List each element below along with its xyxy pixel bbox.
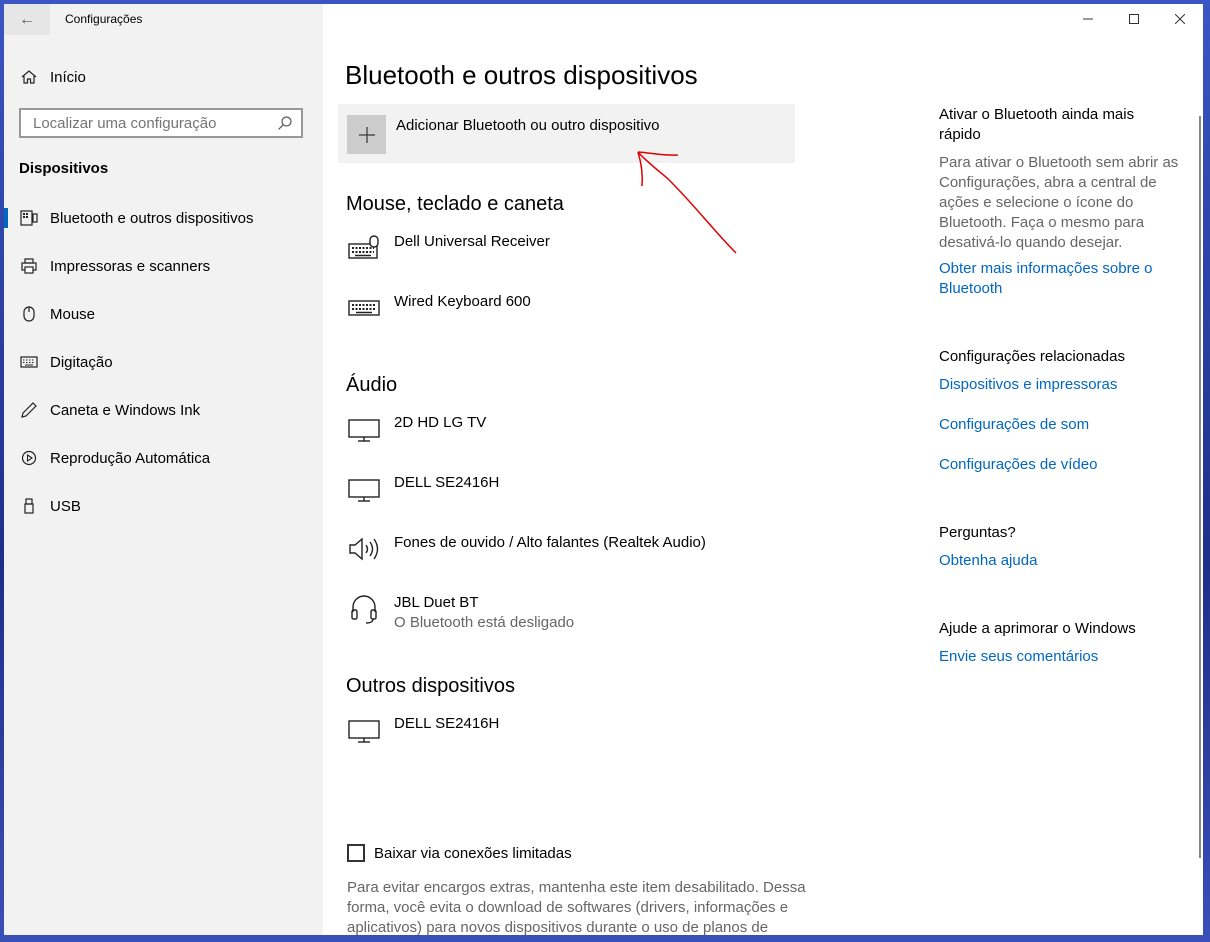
device-item[interactable]: Dell Universal Receiver: [346, 230, 550, 266]
monitor-icon: [346, 712, 382, 748]
device-item[interactable]: Wired Keyboard 600: [346, 290, 531, 326]
minimize-icon: [1083, 11, 1093, 28]
sidebar-item-usb[interactable]: USB: [4, 482, 323, 530]
device-name: DELL SE2416H: [394, 474, 500, 491]
quick-tip-text: Para ativar o Bluetooth sem abrir as Con…: [939, 154, 1179, 251]
related-settings-title: Configurações relacionadas: [939, 348, 1125, 365]
headset-icon: [346, 591, 382, 627]
monitor-icon: [346, 471, 382, 507]
device-item[interactable]: 2D HD LG TV: [346, 411, 486, 447]
minimize-button[interactable]: [1065, 4, 1111, 35]
maximize-icon: [1129, 11, 1139, 28]
sidebar-item-label: Mouse: [50, 305, 96, 323]
sidebar-item-mouse[interactable]: Mouse: [4, 290, 323, 338]
metered-connection-checkbox[interactable]: [347, 844, 365, 862]
group-title-audio: Áudio: [346, 374, 398, 396]
sidebar-item-pen[interactable]: Caneta e Windows Ink: [4, 386, 323, 434]
autoplay-icon: [18, 450, 40, 466]
device-name: Wired Keyboard 600: [394, 293, 531, 310]
metered-connection-label: Baixar via conexões limitadas: [374, 844, 572, 862]
sidebar-item-label: Caneta e Windows Ink: [50, 401, 201, 419]
device-name: JBL Duet BT: [394, 594, 479, 611]
sidebar-item-autoplay[interactable]: Reprodução Automática: [4, 434, 323, 482]
home-icon: [18, 69, 40, 85]
device-status: O Bluetooth está desligado: [394, 614, 575, 631]
pen-icon: [18, 402, 40, 418]
keyboard-icon: [346, 290, 382, 326]
group-title-other: Outros dispositivos: [346, 675, 515, 697]
mouse-icon: [18, 306, 40, 322]
related-link-sound[interactable]: Configurações de som: [939, 415, 1089, 435]
get-help-link[interactable]: Obtenha ajuda: [939, 551, 1037, 571]
device-item[interactable]: DELL SE2416H: [346, 471, 499, 507]
add-device-label: Adicionar Bluetooth ou outro dispositivo: [396, 117, 660, 134]
speaker-icon: [346, 531, 382, 567]
usb-icon: [18, 498, 40, 514]
app-title: Configurações: [65, 12, 143, 26]
sidebar-item-typing[interactable]: Digitação: [4, 338, 323, 386]
sidebar-item-label: Digitação: [50, 353, 113, 371]
device-name: DELL SE2416H: [394, 715, 500, 732]
monitor-icon: [346, 411, 382, 447]
related-link-devices-printers[interactable]: Dispositivos e impressoras: [939, 375, 1117, 395]
sidebar-item-label: USB: [50, 497, 81, 515]
keyboard-icon: [18, 356, 40, 368]
sidebar-item-label: Bluetooth e outros dispositivos: [50, 209, 254, 227]
search-icon[interactable]: [277, 115, 293, 136]
bluetooth-info-link[interactable]: Obter mais informações sobre o Bluetooth: [939, 259, 1174, 299]
questions-title: Perguntas?: [939, 524, 1016, 541]
close-icon: [1174, 11, 1186, 28]
back-button[interactable]: ←: [4, 4, 50, 35]
metered-connection-option[interactable]: Baixar via conexões limitadas: [347, 844, 572, 862]
sidebar: ← Configurações Início Dispositivos Blue…: [4, 4, 323, 935]
bluetooth-devices-icon: [18, 210, 40, 226]
scrollbar[interactable]: [1199, 116, 1201, 858]
device-name: Dell Universal Receiver: [394, 233, 550, 250]
keyboard-mouse-icon: [346, 230, 382, 266]
window-controls: [1065, 4, 1203, 35]
settings-window: ← Configurações Início Dispositivos Blue…: [4, 4, 1203, 935]
plus-icon: [347, 115, 386, 154]
device-item[interactable]: DELL SE2416H: [346, 712, 499, 748]
sidebar-nav: Bluetooth e outros dispositivos Impresso…: [4, 194, 323, 530]
close-button[interactable]: [1157, 4, 1203, 35]
related-link-display[interactable]: Configurações de vídeo: [939, 455, 1097, 475]
sidebar-item-bluetooth[interactable]: Bluetooth e outros dispositivos: [4, 194, 323, 242]
search-box[interactable]: [19, 108, 303, 138]
back-arrow-icon: ←: [19, 10, 35, 28]
sidebar-item-label: Impressoras e scanners: [50, 257, 211, 275]
add-device-button[interactable]: Adicionar Bluetooth ou outro dispositivo: [338, 104, 795, 163]
metered-connection-description: Para evitar encargos extras, mantenha es…: [347, 879, 806, 935]
search-input[interactable]: [31, 113, 275, 133]
content-area: Bluetooth e outros dispositivos Adiciona…: [323, 4, 1203, 935]
device-item[interactable]: JBL Duet BT O Bluetooth está desligado: [346, 591, 574, 631]
sidebar-item-label: Reprodução Automática: [50, 449, 211, 467]
home-label: Início: [50, 68, 86, 86]
maximize-button[interactable]: [1111, 4, 1157, 35]
page-title: Bluetooth e outros dispositivos: [345, 60, 698, 90]
device-name: Fones de ouvido / Alto falantes (Realtek…: [394, 534, 706, 551]
section-label-devices: Dispositivos: [19, 160, 109, 177]
printer-icon: [18, 258, 40, 274]
sidebar-item-printers[interactable]: Impressoras e scanners: [4, 242, 323, 290]
device-item[interactable]: Fones de ouvido / Alto falantes (Realtek…: [346, 531, 706, 567]
device-name: 2D HD LG TV: [394, 414, 487, 431]
feedback-link[interactable]: Envie seus comentários: [939, 647, 1098, 667]
group-title-input: Mouse, teclado e caneta: [346, 193, 564, 215]
sidebar-item-home[interactable]: Início: [18, 66, 86, 88]
quick-tip-title: Ativar o Bluetooth ainda mais rápido: [939, 106, 1135, 143]
improve-windows-title: Ajude a aprimorar o Windows: [939, 620, 1136, 637]
